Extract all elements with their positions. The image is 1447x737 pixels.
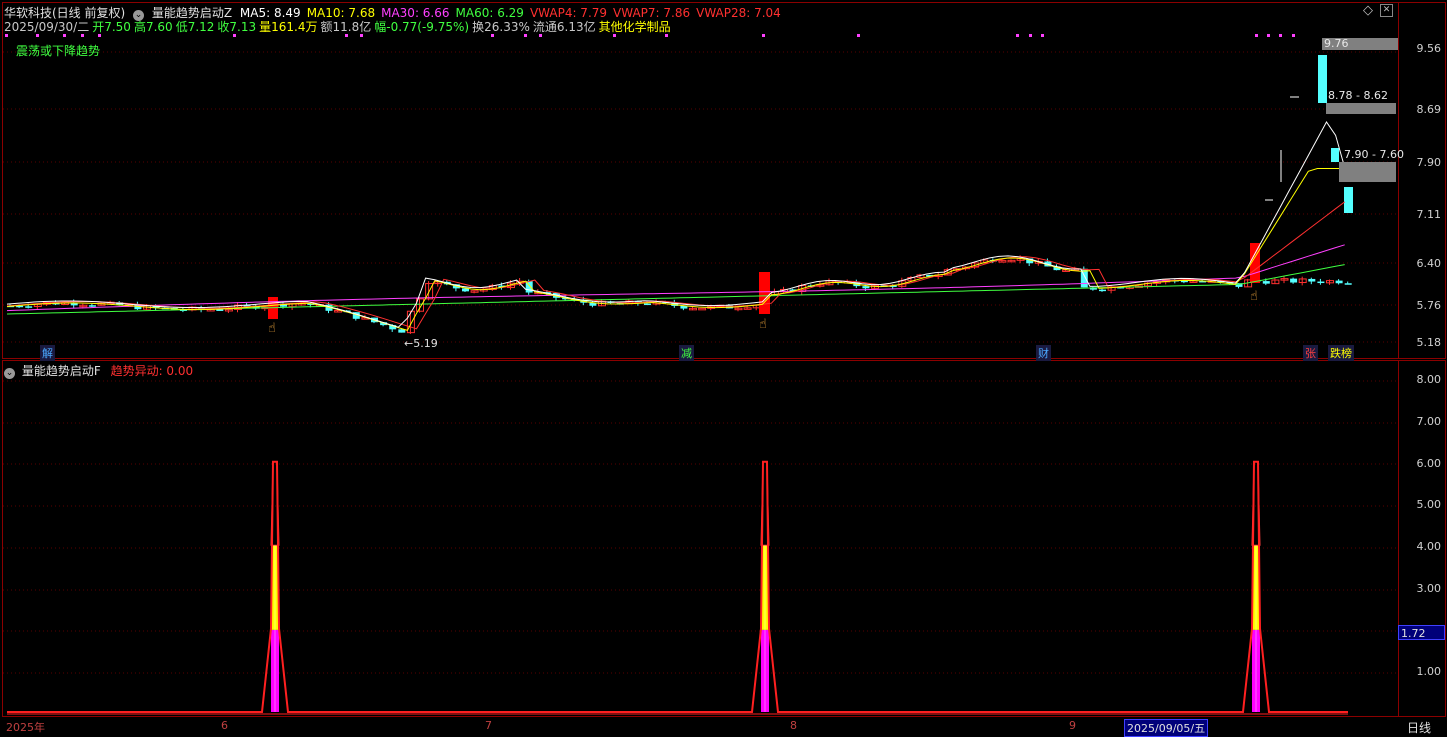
quote-item: 换26.33% bbox=[472, 20, 530, 34]
indicator-axis-tick: 3.00 bbox=[1416, 582, 1442, 595]
price-tag-range-1-box bbox=[1326, 103, 1396, 114]
quote-item: 低7.12 bbox=[175, 20, 215, 34]
candle-rally bbox=[1331, 148, 1339, 162]
event-tag[interactable]: 跌榜 bbox=[1328, 345, 1354, 361]
candle-body bbox=[1262, 281, 1270, 284]
event-tag[interactable]: 财 bbox=[1036, 345, 1051, 361]
signal-label: 趋势异动: 0.00 bbox=[110, 364, 194, 378]
indicator-axis-tick: 8.00 bbox=[1416, 373, 1442, 386]
pointer-hand-icon: ☝ bbox=[1250, 289, 1258, 304]
price-axis-tick: 5.76 bbox=[1416, 299, 1442, 312]
candle-body bbox=[1317, 281, 1325, 284]
signal-dot bbox=[1016, 34, 1019, 37]
candle-body bbox=[88, 305, 96, 307]
ma10-line bbox=[6, 168, 1345, 331]
ma5-line bbox=[6, 121, 1346, 328]
candle-rally bbox=[1344, 187, 1353, 213]
candle-rally bbox=[1318, 55, 1327, 103]
cursor-date: 2025/09/05/五 bbox=[1124, 719, 1209, 737]
candle-body bbox=[216, 309, 224, 311]
signal-dot bbox=[1029, 34, 1032, 37]
price-axis-tick: 7.11 bbox=[1416, 208, 1442, 221]
price-tag-range-2: 7.90 - 7.60 bbox=[1344, 148, 1404, 161]
event-tag[interactable]: 减 bbox=[679, 345, 694, 361]
ma30-line bbox=[6, 244, 1345, 312]
signal-dot bbox=[857, 34, 860, 37]
signal-dot bbox=[1041, 34, 1044, 37]
date-tick: 6 bbox=[221, 719, 228, 732]
price-axis-tick: 8.69 bbox=[1416, 103, 1442, 116]
quote-item: 2025/09/30/二 bbox=[4, 20, 90, 34]
indicator-axis-tick: 7.00 bbox=[1416, 415, 1442, 428]
signal-dot bbox=[762, 34, 765, 37]
chevron-down-icon[interactable]: ⌄ bbox=[4, 368, 15, 379]
event-tag[interactable]: 张 bbox=[1303, 345, 1318, 361]
indicator-axis-tick: 5.00 bbox=[1416, 498, 1442, 511]
price-tag-range-2-box bbox=[1339, 162, 1396, 182]
candle-body bbox=[25, 306, 33, 308]
close-icon[interactable]: ✕ bbox=[1380, 4, 1393, 17]
candle-body bbox=[1344, 283, 1352, 285]
candle-body bbox=[1308, 278, 1316, 282]
low-marker: ←5.19 bbox=[404, 337, 438, 350]
indicator-axis-tick: 6.00 bbox=[1416, 457, 1442, 470]
quote-item: 收7.13 bbox=[217, 20, 257, 34]
quote-line: 2025/09/30/二 开7.50 高7.60 低7.12 收7.13 量161.4万额… bbox=[4, 18, 674, 35]
candle-body bbox=[1099, 289, 1106, 292]
candle-body bbox=[1335, 280, 1343, 284]
candle-body bbox=[644, 303, 651, 306]
price-axis-tick: 9.56 bbox=[1416, 42, 1442, 55]
quote-item: 量161.4万 bbox=[259, 20, 318, 34]
sub-panel-title[interactable]: 量能趋势启动F bbox=[22, 364, 101, 378]
indicator-line bbox=[7, 460, 1348, 713]
pointer-hand-icon: ☝ bbox=[268, 321, 276, 336]
candle-body bbox=[862, 286, 870, 289]
chart-canvas[interactable]: ☝ ☝ ☝ bbox=[0, 0, 1447, 733]
indicator-axis-tick: 4.00 bbox=[1416, 540, 1442, 553]
indicator-axis-tick: 1.00 bbox=[1416, 665, 1442, 678]
candle-signal bbox=[759, 272, 770, 314]
ma-legend-item: VWAP28: 7.04 bbox=[696, 6, 781, 20]
date-tick: 8 bbox=[790, 719, 797, 732]
quote-item: 开7.50 bbox=[92, 20, 131, 34]
candle-body bbox=[698, 307, 707, 311]
date-tick: 9 bbox=[1069, 719, 1076, 732]
sub-panel-header: ⌄ 量能趋势启动F 趋势异动: 0.00 bbox=[4, 362, 193, 379]
quote-item: 幅-0.77(-9.75%) bbox=[374, 20, 470, 34]
price-tag-range-1: 8.78 - 8.62 bbox=[1328, 89, 1388, 102]
low-marker-value: 5.19 bbox=[413, 337, 438, 350]
price-tag-high: 9.76 bbox=[1322, 38, 1398, 50]
signal-dot bbox=[1292, 34, 1295, 37]
cursor-value: 1.72 bbox=[1398, 625, 1445, 640]
pointer-hand-icon: ☝ bbox=[759, 317, 767, 332]
signal-dot bbox=[1267, 34, 1270, 37]
signal-dot bbox=[1279, 34, 1282, 37]
event-tag[interactable]: 解 bbox=[40, 345, 55, 361]
candle-body bbox=[1290, 278, 1298, 283]
quote-item: 额11.8亿 bbox=[320, 20, 372, 34]
ma60-line bbox=[6, 264, 1345, 315]
quote-item: 流通6.13亿 bbox=[532, 20, 596, 34]
price-axis-tick: 6.40 bbox=[1416, 257, 1442, 270]
period-label[interactable]: 日线 bbox=[1407, 719, 1431, 736]
signal-dot bbox=[1255, 34, 1258, 37]
price-axis-tick: 7.90 bbox=[1416, 156, 1442, 169]
diamond-icon[interactable]: ◇ bbox=[1361, 4, 1375, 18]
quote-item: 高7.60 bbox=[133, 20, 173, 34]
quote-item: 其他化学制品 bbox=[598, 20, 671, 34]
date-tick: 7 bbox=[485, 719, 492, 732]
trend-note: 震荡或下降趋势 bbox=[16, 44, 101, 58]
price-axis-tick: 5.18 bbox=[1416, 336, 1442, 349]
